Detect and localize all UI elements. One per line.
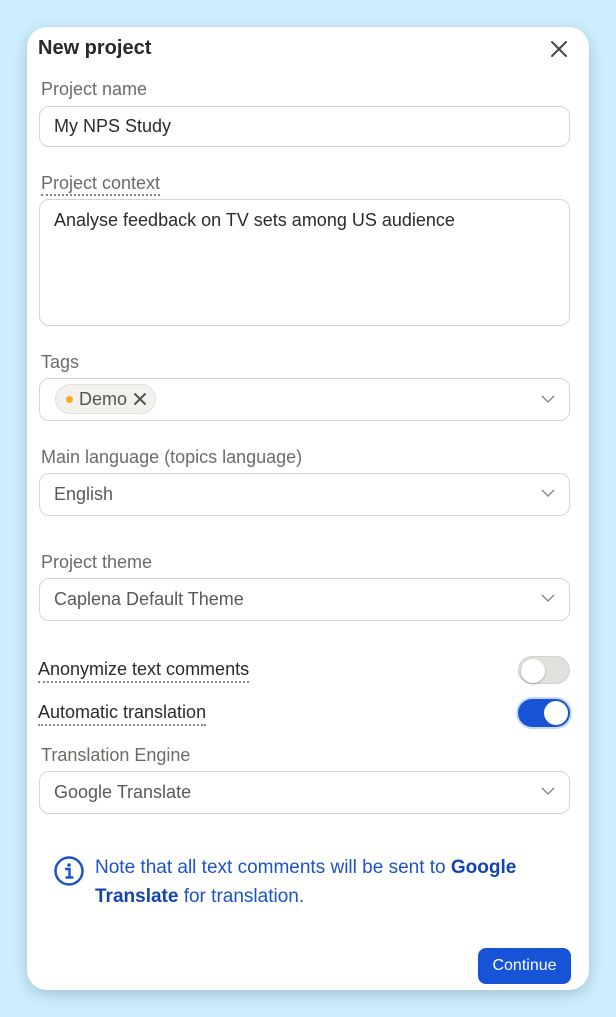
project-theme-select[interactable]: Caplena Default Theme: [39, 578, 570, 621]
project-name-input[interactable]: My NPS Study: [39, 106, 570, 147]
project-context-label: Project context: [41, 173, 161, 196]
tag-remove-icon[interactable]: [133, 392, 147, 406]
tags-label: Tags: [41, 352, 80, 372]
chevron-down-icon: [541, 787, 555, 796]
toggle-knob: [521, 659, 545, 683]
chevron-down-icon: [541, 594, 555, 603]
main-language-label: Main language (topics language): [41, 447, 303, 467]
continue-button[interactable]: Continue: [478, 948, 571, 984]
project-theme-value: Caplena Default Theme: [54, 589, 244, 609]
auto-translation-label: Automatic translation: [38, 702, 207, 726]
chevron-down-icon: [541, 489, 555, 498]
translation-engine-label: Translation Engine: [41, 745, 191, 765]
info-icon: [54, 856, 84, 886]
project-name-label: Project name: [41, 79, 148, 99]
close-icon[interactable]: [547, 37, 571, 61]
new-project-dialog: New project Project name My NPS Study Pr…: [27, 27, 589, 990]
note-prefix: Note that all text comments will be sent…: [95, 857, 451, 878]
tags-select[interactable]: Demo: [39, 378, 570, 421]
tag-color-dot: [66, 395, 73, 403]
anonymize-label: Anonymize text comments: [38, 659, 250, 683]
translation-note: Note that all text comments will be sent…: [53, 853, 553, 911]
main-language-value: English: [54, 484, 114, 504]
translation-engine-value: Google Translate: [54, 782, 192, 802]
project-theme-label: Project theme: [41, 552, 153, 572]
tag-chip-label: Demo: [79, 389, 128, 409]
main-language-select[interactable]: English: [39, 473, 570, 516]
note-suffix: for translation.: [178, 886, 305, 907]
anonymize-toggle[interactable]: [518, 656, 570, 684]
chevron-down-icon: [541, 395, 555, 404]
project-context-textarea[interactable]: Analyse feedback on TV sets among US aud…: [39, 199, 570, 326]
dialog-title: New project: [38, 37, 152, 59]
tag-chip-demo: Demo: [55, 384, 157, 414]
auto-translation-toggle[interactable]: [518, 699, 570, 727]
toggle-knob: [544, 701, 568, 725]
translation-engine-select[interactable]: Google Translate: [39, 771, 570, 814]
